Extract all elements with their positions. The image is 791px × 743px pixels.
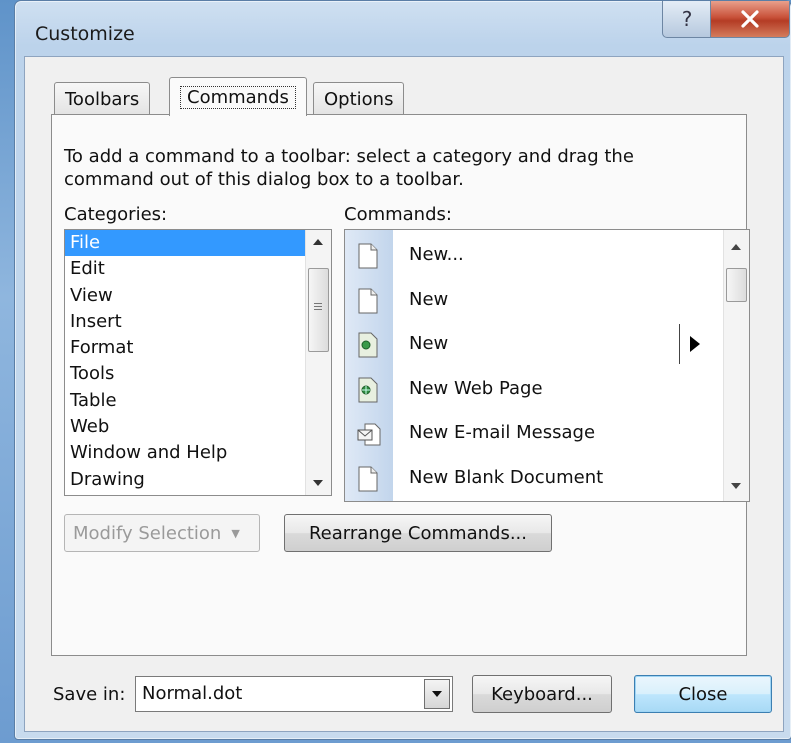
dropdown-arrow-icon: ▼ <box>231 526 240 540</box>
save-in-dropdown[interactable]: Normal.dot <box>135 676 453 712</box>
customize-dialog: Customize ? Toolbars Commands Options To… <box>14 0 791 740</box>
command-item[interactable]: New Web Page <box>345 368 701 412</box>
commands-scrollbar[interactable] <box>723 230 749 501</box>
command-label: New Web Page <box>409 377 543 399</box>
category-item[interactable]: Table <box>65 388 305 414</box>
dropdown-arrow-icon <box>432 691 442 697</box>
save-in-dropdown-button[interactable] <box>424 679 450 709</box>
scroll-thumb[interactable] <box>308 268 329 352</box>
dialog-client-area: Toolbars Commands Options To add a comma… <box>24 56 784 732</box>
tab-commands[interactable]: Commands <box>169 77 307 116</box>
command-label: New... <box>409 244 464 265</box>
category-item[interactable]: Edit <box>65 256 305 282</box>
tab-toolbars[interactable]: Toolbars <box>54 82 151 115</box>
command-label: New Blank Document <box>409 466 604 488</box>
help-button[interactable]: ? <box>662 1 712 38</box>
command-item[interactable]: New... <box>345 234 701 278</box>
commands-tab-panel: To add a command to a toolbar: select a … <box>51 114 750 656</box>
window-close-button[interactable] <box>710 1 790 38</box>
tab-label: Options <box>324 88 394 110</box>
command-label: New <box>409 333 449 354</box>
scroll-down-arrow-icon[interactable] <box>313 480 323 486</box>
dialog-title: Customize <box>35 23 135 45</box>
categories-list[interactable]: File Edit View Insert Format Tools Table Web Win… <box>64 229 332 496</box>
scroll-thumb[interactable] <box>726 268 747 302</box>
keyboard-button[interactable]: Keyboard... <box>472 675 612 713</box>
thumb-grip-icon <box>314 303 322 304</box>
command-item[interactable]: New <box>345 323 701 367</box>
rearrange-commands-button[interactable]: Rearrange Commands... <box>284 514 552 552</box>
commands-label: Commands: <box>344 204 452 225</box>
blank-page-icon <box>357 288 379 314</box>
category-item[interactable]: Window and Help <box>65 440 305 466</box>
command-label: New E-mail Message <box>409 422 596 443</box>
tab-label: Commands <box>180 85 296 109</box>
command-label: New <box>409 288 449 310</box>
save-in-label: Save in: <box>53 684 126 705</box>
rearrange-commands-label: Rearrange Commands... <box>308 522 527 544</box>
modify-selection-label: Modify Selection <box>73 522 222 544</box>
category-item[interactable]: Drawing <box>65 467 305 493</box>
close-button[interactable]: Close <box>634 675 772 713</box>
category-item[interactable]: Web <box>65 414 305 440</box>
category-item[interactable]: Format <box>65 335 305 361</box>
blank-page-icon <box>357 466 379 492</box>
save-in-value: Normal.dot <box>142 683 243 704</box>
category-item[interactable]: Insert <box>65 309 305 335</box>
categories-items: File Edit View Insert Format Tools Table Web Win… <box>65 230 331 493</box>
categories-scrollbar[interactable] <box>305 230 331 495</box>
scroll-up-arrow-icon[interactable] <box>731 244 741 250</box>
category-item[interactable]: View <box>65 283 305 309</box>
tab-label: Toolbars <box>65 88 140 110</box>
commands-list[interactable]: New... New New New Web Page New E-mail Messa… <box>344 229 750 502</box>
command-item[interactable]: New Blank Document <box>345 457 701 501</box>
categories-label: Categories: <box>64 204 168 225</box>
modify-selection-button: Modify Selection ▼ <box>64 514 260 552</box>
category-item[interactable]: Tools <box>65 361 305 387</box>
email-message-icon <box>357 421 381 447</box>
close-icon <box>741 10 759 28</box>
keyboard-label: Keyboard... <box>491 683 593 705</box>
scroll-up-arrow-icon[interactable] <box>313 239 323 245</box>
close-label: Close <box>678 683 728 705</box>
category-item[interactable]: File <box>65 230 305 257</box>
submenu-arrow-icon[interactable] <box>690 336 700 352</box>
command-item[interactable]: New E-mail Message <box>345 412 701 456</box>
tab-options[interactable]: Options <box>313 82 405 115</box>
instructions-text: To add a command to a toolbar: select a … <box>64 146 634 190</box>
template-page-icon <box>357 332 379 358</box>
submenu-divider <box>679 324 680 364</box>
command-item[interactable]: New <box>345 279 701 323</box>
blank-page-icon <box>357 243 379 269</box>
web-page-icon <box>357 377 379 403</box>
scroll-down-arrow-icon[interactable] <box>731 483 741 489</box>
help-icon: ? <box>681 7 693 31</box>
